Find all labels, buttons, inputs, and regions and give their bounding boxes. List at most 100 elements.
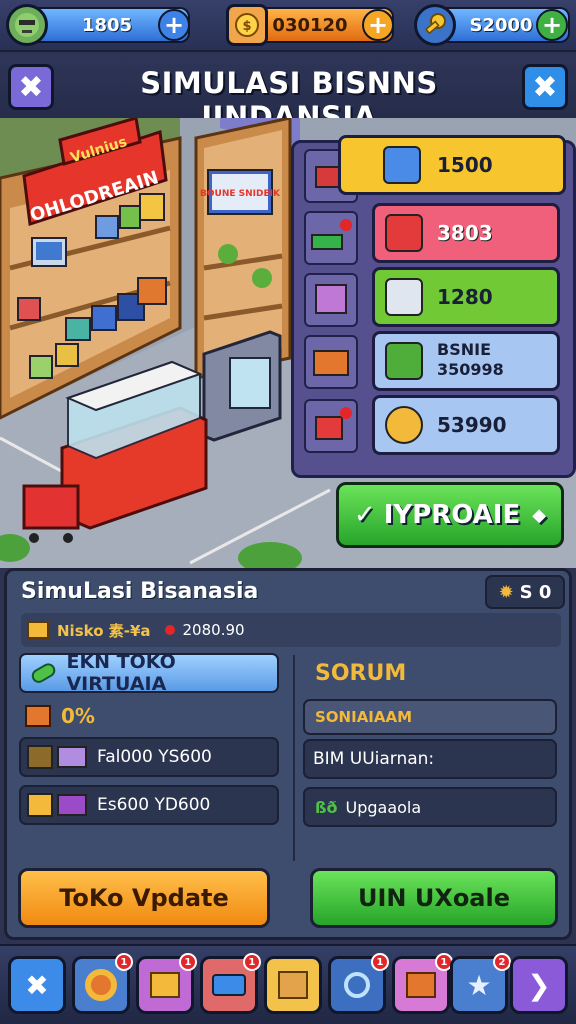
truck-icon xyxy=(212,974,246,996)
upgrade-slot-4-line2: 350998 xyxy=(437,360,504,379)
left-row-2-text: Fal000 YS600 xyxy=(97,747,212,767)
upgrade-button[interactable]: ✓ IYPROAIE ◆ xyxy=(336,482,564,548)
nav-next-button[interactable]: ❯ xyxy=(510,956,568,1014)
upgrade-button-label: IYPROAIE xyxy=(383,500,521,530)
nav-box-button[interactable]: 1 xyxy=(136,953,197,1014)
right-row-3-prefix: ßð xyxy=(315,797,338,817)
add-resource-2-button[interactable]: + xyxy=(362,9,394,41)
target-icon xyxy=(85,969,117,1001)
star-icon: ★ xyxy=(466,968,492,1002)
red-dot-icon xyxy=(164,625,175,635)
left-row-2[interactable]: Fal000 YS600 xyxy=(19,737,279,777)
nav-badge-8: 2 xyxy=(493,953,511,971)
upgrade-slot-5-value: 53990 xyxy=(437,413,507,437)
nav-star-button[interactable]: ★ 2 xyxy=(450,953,511,1014)
resource-value-1: 1805 xyxy=(81,14,133,36)
crate-icon xyxy=(27,793,53,817)
uin-upgrade-button[interactable]: UIN UXoale xyxy=(310,868,558,928)
shop-item-4-thumb[interactable] xyxy=(304,335,358,389)
right-row-3-text: Upgaaola xyxy=(345,797,422,817)
tab-virtual-store-label: EKN TOKO VIRTUAIA xyxy=(66,651,176,695)
upgrade-slot-3-value: 1280 xyxy=(437,285,493,309)
right-header: SORUM xyxy=(315,661,407,686)
box-icon xyxy=(27,621,49,639)
upgrade-slot-5[interactable]: 53990 xyxy=(372,395,560,455)
resource-bar: 1805 + 030120 $ + S2000 + xyxy=(0,0,576,52)
add-resource-3-button[interactable]: + xyxy=(536,9,568,41)
upgrade-slot-2-value: 3803 xyxy=(437,221,493,245)
toko-update-button[interactable]: ToKo Vpdate xyxy=(18,868,270,928)
right-row-3[interactable]: ßð Upgaaola xyxy=(303,787,557,827)
upgrade-slot-1[interactable]: 1500 xyxy=(338,135,566,195)
nav-badge-4: 1 xyxy=(243,953,261,971)
gear-icon: ✹ xyxy=(498,581,514,603)
check-icon: ✓ xyxy=(353,500,376,530)
svg-text:$: $ xyxy=(242,19,251,34)
uin-upgrade-label: UIN UXoale xyxy=(357,884,511,912)
nav-close-button[interactable]: ✖ xyxy=(8,956,66,1014)
shop-item-2-thumb[interactable] xyxy=(304,211,358,265)
upgrade-slot-4[interactable]: BSNIE 350998 xyxy=(372,331,560,391)
nav-badge-6: 1 xyxy=(371,953,389,971)
crate-icon xyxy=(27,745,53,769)
left-row-1-text: 0% xyxy=(61,704,95,728)
purple-box-icon xyxy=(57,794,87,816)
info-title: SimuLasi Bisanasia xyxy=(21,579,259,604)
resource-value-2: 030120 xyxy=(272,14,348,36)
info-badge-value: S 0 xyxy=(519,581,552,603)
crate-icon xyxy=(25,705,51,727)
upgrade-slot-2[interactable]: 3803 xyxy=(372,203,560,263)
upgrade-slot-1-value: 1500 xyxy=(437,153,493,177)
left-row-3-text: Es600 YD600 xyxy=(97,795,211,815)
tab-virtual-store[interactable]: EKN TOKO VIRTUAIA xyxy=(19,651,279,695)
upgrade-slot-4-value: BSNIE 350998 xyxy=(437,340,504,380)
nav-gift-button[interactable]: 1 xyxy=(392,953,453,1014)
gold-key-icon xyxy=(414,4,456,46)
left-row-1[interactable]: 0% xyxy=(19,699,281,733)
diamond-icon: ◆ xyxy=(532,504,547,526)
shop-item-5-thumb[interactable] xyxy=(304,399,358,453)
close-icon: ✖ xyxy=(18,69,44,105)
store-poster-text: BOUNE SNIDEIK xyxy=(200,189,281,199)
column-divider xyxy=(293,655,295,861)
nav-target-button[interactable]: 1 xyxy=(72,953,133,1014)
title-bar: ✖ SIMULASI BISNNS IINDANSIA ✖ xyxy=(0,54,576,134)
shop-item-3-thumb[interactable] xyxy=(304,273,358,327)
toko-update-label: ToKo Vpdate xyxy=(59,884,229,912)
nav-badge-3: 1 xyxy=(179,953,197,971)
add-resource-1-button[interactable]: + xyxy=(158,9,190,41)
close-button[interactable]: ✖ xyxy=(8,64,54,110)
nav-badge-2: 1 xyxy=(115,953,133,971)
info-subline: Nisko 素-¥a 2080.90 xyxy=(21,613,561,647)
bottom-nav: ✖ 1 1 1 1 1 ★ 2 ❯ xyxy=(0,944,576,1024)
nav-package-button[interactable] xyxy=(264,956,322,1014)
nav-truck-button[interactable]: 1 xyxy=(200,953,261,1014)
info-subline-value: 2080.90 xyxy=(182,621,245,639)
right-row-2-text: BIM UUiarnan: xyxy=(313,749,435,769)
purple-box-icon xyxy=(57,746,87,768)
close-icon: ✖ xyxy=(532,69,558,105)
left-row-3[interactable]: Es600 YD600 xyxy=(19,785,279,825)
red-gift-icon xyxy=(385,214,423,252)
info-subline-label: Nisko 素-¥a xyxy=(57,621,151,640)
nav-search-button[interactable]: 1 xyxy=(328,953,389,1014)
package-icon xyxy=(278,971,308,999)
green-crate-icon xyxy=(385,342,423,380)
upgrade-slot-3[interactable]: 1280 xyxy=(372,267,560,327)
close-icon: ✖ xyxy=(25,968,49,1002)
fridge-icon xyxy=(385,278,423,316)
search-icon xyxy=(344,972,370,998)
gold-gear-icon xyxy=(385,406,423,444)
close-button-right[interactable]: ✖ xyxy=(522,64,568,110)
box-icon xyxy=(150,972,180,998)
gift-box-icon xyxy=(406,972,436,998)
right-row-1-text: SONIAIAAM xyxy=(315,708,413,726)
info-badge[interactable]: ✹ S 0 xyxy=(485,575,565,609)
blue-box-icon xyxy=(383,146,421,184)
right-row-2[interactable]: BIM UUiarnan: xyxy=(303,739,557,779)
resource-value-3: S2000 xyxy=(469,14,533,36)
zombie-avatar-icon[interactable] xyxy=(6,4,48,46)
coin-stack-icon: $ xyxy=(226,4,268,46)
right-row-1[interactable]: SONIAIAAM xyxy=(303,699,557,735)
upgrade-slot-4-line1: BSNIE xyxy=(437,340,491,359)
